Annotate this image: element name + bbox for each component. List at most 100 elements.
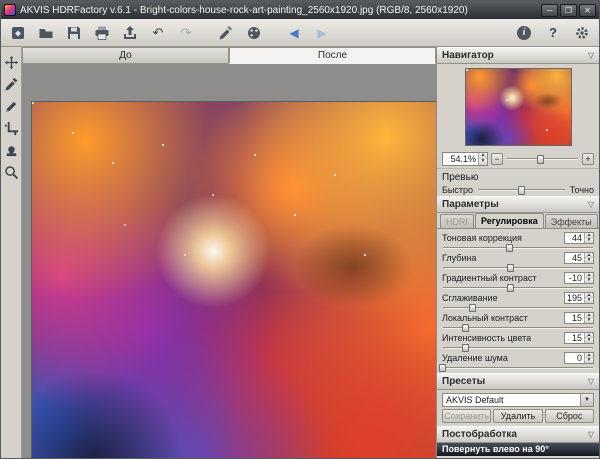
slider-thumb[interactable] [507,284,514,292]
parameter-row: Удаление шума 0 ▲▼ [442,352,594,372]
titlebar: AKVIS HDRFactory v.6.1 - Bright-colors-h… [1,1,599,19]
postprocessing-header[interactable]: Постобработка ▽ [437,426,599,443]
save-file-button[interactable] [64,23,84,43]
parameter-slider[interactable] [442,284,594,292]
parameters-header[interactable]: Параметры ▽ [437,196,599,213]
preferences-button[interactable] [572,23,592,43]
parameter-value-input[interactable]: 45 ▲▼ [564,252,594,264]
zoom-tool[interactable] [3,164,20,181]
preset-selected-value: AKVIS Default [446,395,504,405]
preset-reset-button[interactable]: Сброс [545,409,594,423]
maximize-button[interactable]: ❐ [560,4,577,17]
minimize-button[interactable]: ─ [541,4,558,17]
preset-delete-button[interactable]: Удалить [493,409,542,423]
slider-thumb[interactable] [462,324,469,332]
publish-button[interactable] [120,23,140,43]
parameter-value-input[interactable]: 0 ▲▼ [564,352,594,364]
redo-button[interactable]: ↷ [176,23,196,43]
navigator-header[interactable]: Навигатор ▽ [437,47,599,64]
parameter-slider[interactable] [442,364,594,372]
print-button[interactable] [92,23,112,43]
parameter-value-input[interactable]: 15 ▲▼ [564,332,594,344]
tab-hdri[interactable]: HDRI [440,214,474,228]
save-icon [66,25,82,41]
slider-thumb[interactable] [462,344,469,352]
previous-image-button[interactable]: ◀ [284,23,304,43]
undo-button[interactable]: ↶ [148,23,168,43]
parameter-value-input[interactable]: 44 ▲▼ [564,232,594,244]
presets-header[interactable]: Пресеты ▽ [437,373,599,390]
parameter-row: Интенсивность цвета 15 ▲▼ [442,332,594,352]
collapse-icon: ▽ [588,51,594,60]
zoom-slider[interactable] [506,155,579,164]
preview-fast-label: Быстро [442,185,473,195]
zoom-slider-thumb[interactable] [537,155,544,164]
zoom-in-button[interactable]: + [582,153,594,165]
navigator-thumbnail-wrap [437,64,599,150]
preview-quality-slider[interactable] [477,186,566,195]
zoom-spinner[interactable]: ▲▼ [478,153,487,165]
pan-tool[interactable] [3,54,20,71]
stamp-tool[interactable] [3,142,20,159]
info-button[interactable]: i [514,23,534,43]
gear-icon [574,25,590,41]
slider-thumb[interactable] [439,364,446,372]
tab-effects[interactable]: Эффекты [545,214,598,228]
parameter-slider[interactable] [442,344,594,352]
magnifier-icon [4,165,19,180]
brush-tool[interactable] [3,98,20,115]
parameter-spinner[interactable]: ▲▼ [584,293,593,303]
settings-panel: Навигатор ▽ 54.1% ▲▼ − + Превью Быстро [436,47,599,458]
crop-tool[interactable] [3,120,20,137]
preview-slider-thumb[interactable] [518,186,525,195]
parameter-value-input[interactable]: 195 ▲▼ [564,292,594,304]
parameter-slider[interactable] [442,304,594,312]
slider-thumb[interactable] [469,304,476,312]
slider-thumb[interactable] [506,244,513,252]
preset-select[interactable]: AKVIS Default ▼ [442,393,594,407]
parameter-spinner[interactable]: ▲▼ [584,233,593,243]
app-logo-icon [4,4,16,16]
parameter-spinner[interactable]: ▲▼ [584,273,593,283]
parameter-spinner[interactable]: ▲▼ [584,353,593,363]
slider-thumb[interactable] [507,264,514,272]
eyedropper-button[interactable] [216,23,236,43]
parameter-spinner[interactable]: ▲▼ [584,253,593,263]
parameter-spinner[interactable]: ▲▼ [584,333,593,343]
spin-down-icon: ▼ [585,318,593,323]
zoom-value-input[interactable]: 54.1% ▲▼ [442,152,488,166]
parameter-value-input[interactable]: 15 ▲▼ [564,312,594,324]
collapse-icon: ▽ [588,430,594,439]
preset-save-button[interactable]: Сохранить [442,409,491,423]
printer-icon [94,25,110,41]
canvas-area[interactable] [22,64,436,458]
zoom-out-button[interactable]: − [491,153,503,165]
parameter-slider[interactable] [442,264,594,272]
parameter-spinner[interactable]: ▲▼ [584,313,593,323]
navigator-thumbnail[interactable] [465,68,572,146]
workspace-button[interactable] [8,23,28,43]
spin-down-icon[interactable]: ▼ [479,159,487,165]
preview-image[interactable] [31,101,436,458]
next-image-button[interactable]: ▶ [312,23,332,43]
tab-before[interactable]: До [22,47,229,64]
tab-after[interactable]: После [229,47,436,64]
share-icon [122,25,138,41]
parameter-row: Локальный контраст 15 ▲▼ [442,312,594,332]
parameter-slider[interactable] [442,244,594,252]
spin-down-icon: ▼ [585,338,593,343]
parameter-row: Градиентный контраст -10 ▲▼ [442,272,594,292]
parameter-label: Сглаживание [442,293,564,303]
parameter-row: Глубина 45 ▲▼ [442,252,594,272]
palette-button[interactable] [244,23,264,43]
parameter-value-input[interactable]: -10 ▲▼ [564,272,594,284]
parameter-slider[interactable] [442,324,594,332]
combo-arrow-icon[interactable]: ▼ [580,394,593,406]
tab-adjustment[interactable]: Регулировка [475,213,544,228]
eyedropper-tool[interactable] [3,76,20,93]
close-button[interactable]: ✕ [579,4,596,17]
palette-icon [246,25,262,41]
open-file-button[interactable] [36,23,56,43]
help-button[interactable]: ? [543,23,563,43]
parameter-label: Градиентный контраст [442,273,564,283]
